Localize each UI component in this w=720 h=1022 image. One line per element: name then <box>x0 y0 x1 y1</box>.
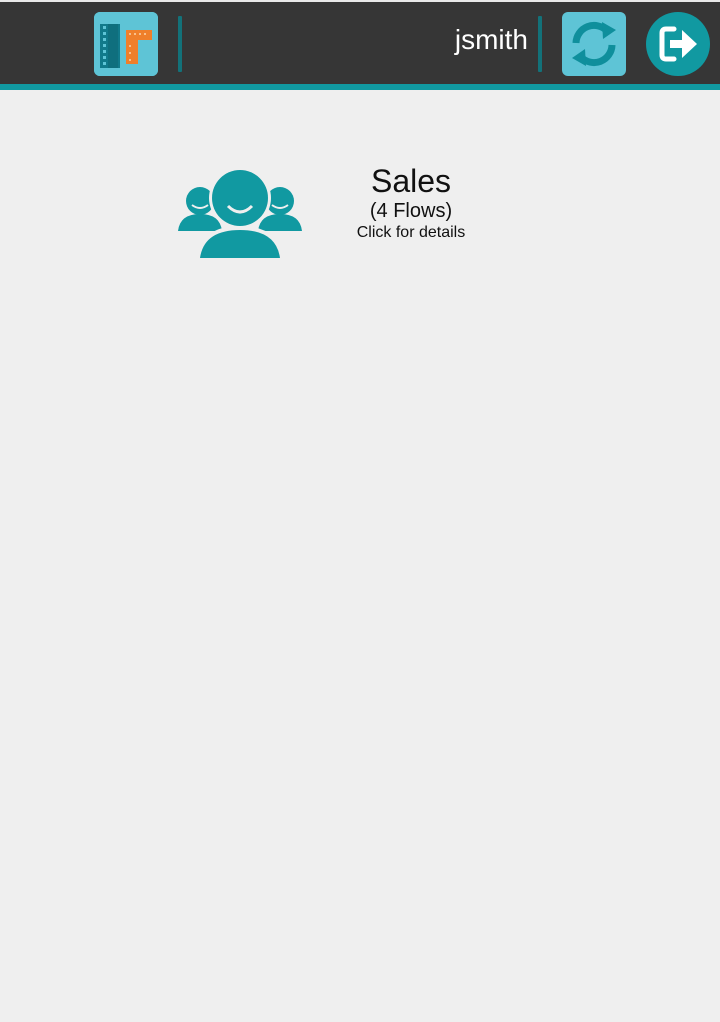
top-bar: jsmith <box>0 0 720 84</box>
group-text: Sales (4 Flows) Click for details <box>340 162 482 244</box>
logout-icon <box>659 26 697 62</box>
header-accent-line <box>0 84 720 90</box>
group-flow-count: (4 Flows) <box>369 200 453 222</box>
app-logo-button[interactable] <box>94 12 158 76</box>
users-group-icon <box>178 168 302 258</box>
header-divider-left <box>178 16 182 72</box>
header-divider-right <box>538 16 542 72</box>
group-name: Sales <box>370 163 452 199</box>
refresh-button[interactable] <box>562 12 626 76</box>
refresh-icon <box>572 21 616 67</box>
logout-button[interactable] <box>646 12 710 76</box>
film-flow-app-icon <box>94 12 158 76</box>
group-details-hint: Click for details <box>356 224 466 241</box>
group-card-sales[interactable]: Sales (4 Flows) Click for details <box>170 160 490 260</box>
username-label: jsmith <box>454 24 528 55</box>
